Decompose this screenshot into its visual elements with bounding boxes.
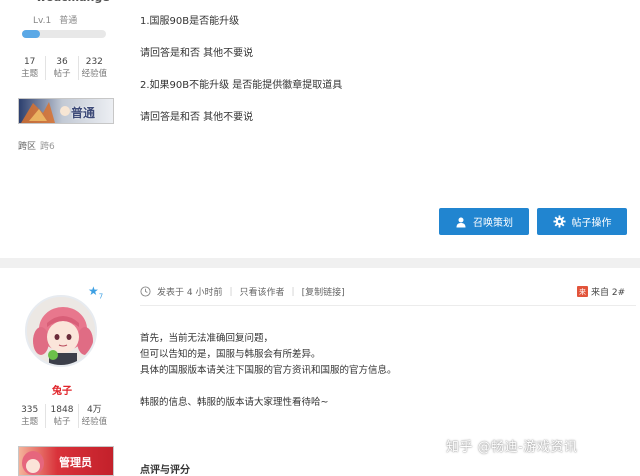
author-username[interactable]: woacmange — [36, 0, 110, 4]
user-icon — [456, 217, 466, 227]
meta-separator — [140, 305, 636, 306]
summon-planner-button[interactable]: 召唤策划 — [439, 208, 529, 235]
stat-posts[interactable]: 1848 帖子 — [46, 404, 79, 428]
stat-posts[interactable]: 36 帖子 — [46, 56, 79, 80]
thread-operations-button[interactable]: 帖子操作 — [537, 208, 627, 235]
post-divider — [0, 258, 640, 268]
posted-time: 发表于 4 小时前 — [157, 288, 223, 298]
stat-exp[interactable]: 4万 经验值 — [79, 404, 110, 428]
author-level: Lv.1 普通 — [33, 13, 77, 26]
level-text: Lv.1 — [33, 16, 52, 26]
stat-topics[interactable]: 335 主题 — [14, 404, 47, 428]
gear-icon — [552, 215, 566, 228]
only-author-link[interactable]: 只看该作者 — [240, 285, 285, 298]
post-2: ★7 兔子 335 主题 1848 帖子 4万 经验值 管理员 发表于 4 小时… — [0, 268, 640, 476]
admin-badge[interactable]: 管理员 — [18, 446, 114, 476]
medal-badge[interactable]: 普通 — [18, 98, 114, 124]
avatar[interactable] — [25, 295, 97, 367]
post-line: 2.如果90B不能升级 是否能提供徽章提取道具 — [140, 80, 343, 91]
post-line: 首先，当前无法准确回复问题， — [140, 333, 274, 344]
author-sidebar: woacmange Lv.1 普通 17 主题 36 帖子 232 经验值 — [0, 0, 124, 258]
floor-icon: 来 — [577, 286, 588, 297]
exp-progress-fill — [22, 30, 41, 38]
post-line: 1.国服90B是否能升级 — [140, 16, 240, 27]
cross-region: 跨区 跨6 — [18, 142, 55, 152]
admin-badge-label: 管理员 — [59, 456, 92, 469]
medal-badge-label: 普通 — [71, 106, 96, 120]
review-section-title: 点评与评分 — [140, 465, 190, 476]
author-stats: 17 主题 36 帖子 232 经验值 — [14, 56, 110, 80]
post-line: 韩服的信息、韩服的版本请大家理性看待哈~ — [140, 397, 329, 408]
stat-topics[interactable]: 17 主题 — [14, 56, 47, 80]
post-line: 但可以告知的是，国服与韩服会有所差异。 — [140, 349, 321, 360]
floor-indicator[interactable]: 来 来自 2# — [577, 285, 625, 298]
member-star-badge: ★7 — [88, 284, 104, 301]
author-stats: 335 主题 1848 帖子 4万 经验值 — [14, 404, 110, 428]
exp-progress-bar — [22, 30, 106, 38]
stat-exp[interactable]: 232 经验值 — [79, 56, 110, 80]
avatar-image — [27, 297, 95, 365]
copy-link[interactable]: [复制链接] — [302, 285, 345, 298]
medal-badge-art — [19, 99, 113, 123]
rank-text: 普通 — [59, 16, 78, 26]
watermark: 知乎 @畅迪-游戏资讯 — [446, 440, 578, 455]
post-line: 请回答是和否 其他不要说 — [140, 48, 254, 59]
post-line: 请回答是和否 其他不要说 — [140, 112, 254, 123]
author-username[interactable]: 兔子 — [52, 382, 72, 397]
post-line: 具体的国服版本请关注下国服的官方资讯和国服的官方信息。 — [140, 365, 397, 376]
post-meta: 发表于 4 小时前 | 只看该作者 | [复制链接] — [140, 285, 345, 298]
clock-icon — [140, 286, 151, 297]
post-1: woacmange Lv.1 普通 17 主题 36 帖子 232 经验值 — [0, 0, 640, 258]
